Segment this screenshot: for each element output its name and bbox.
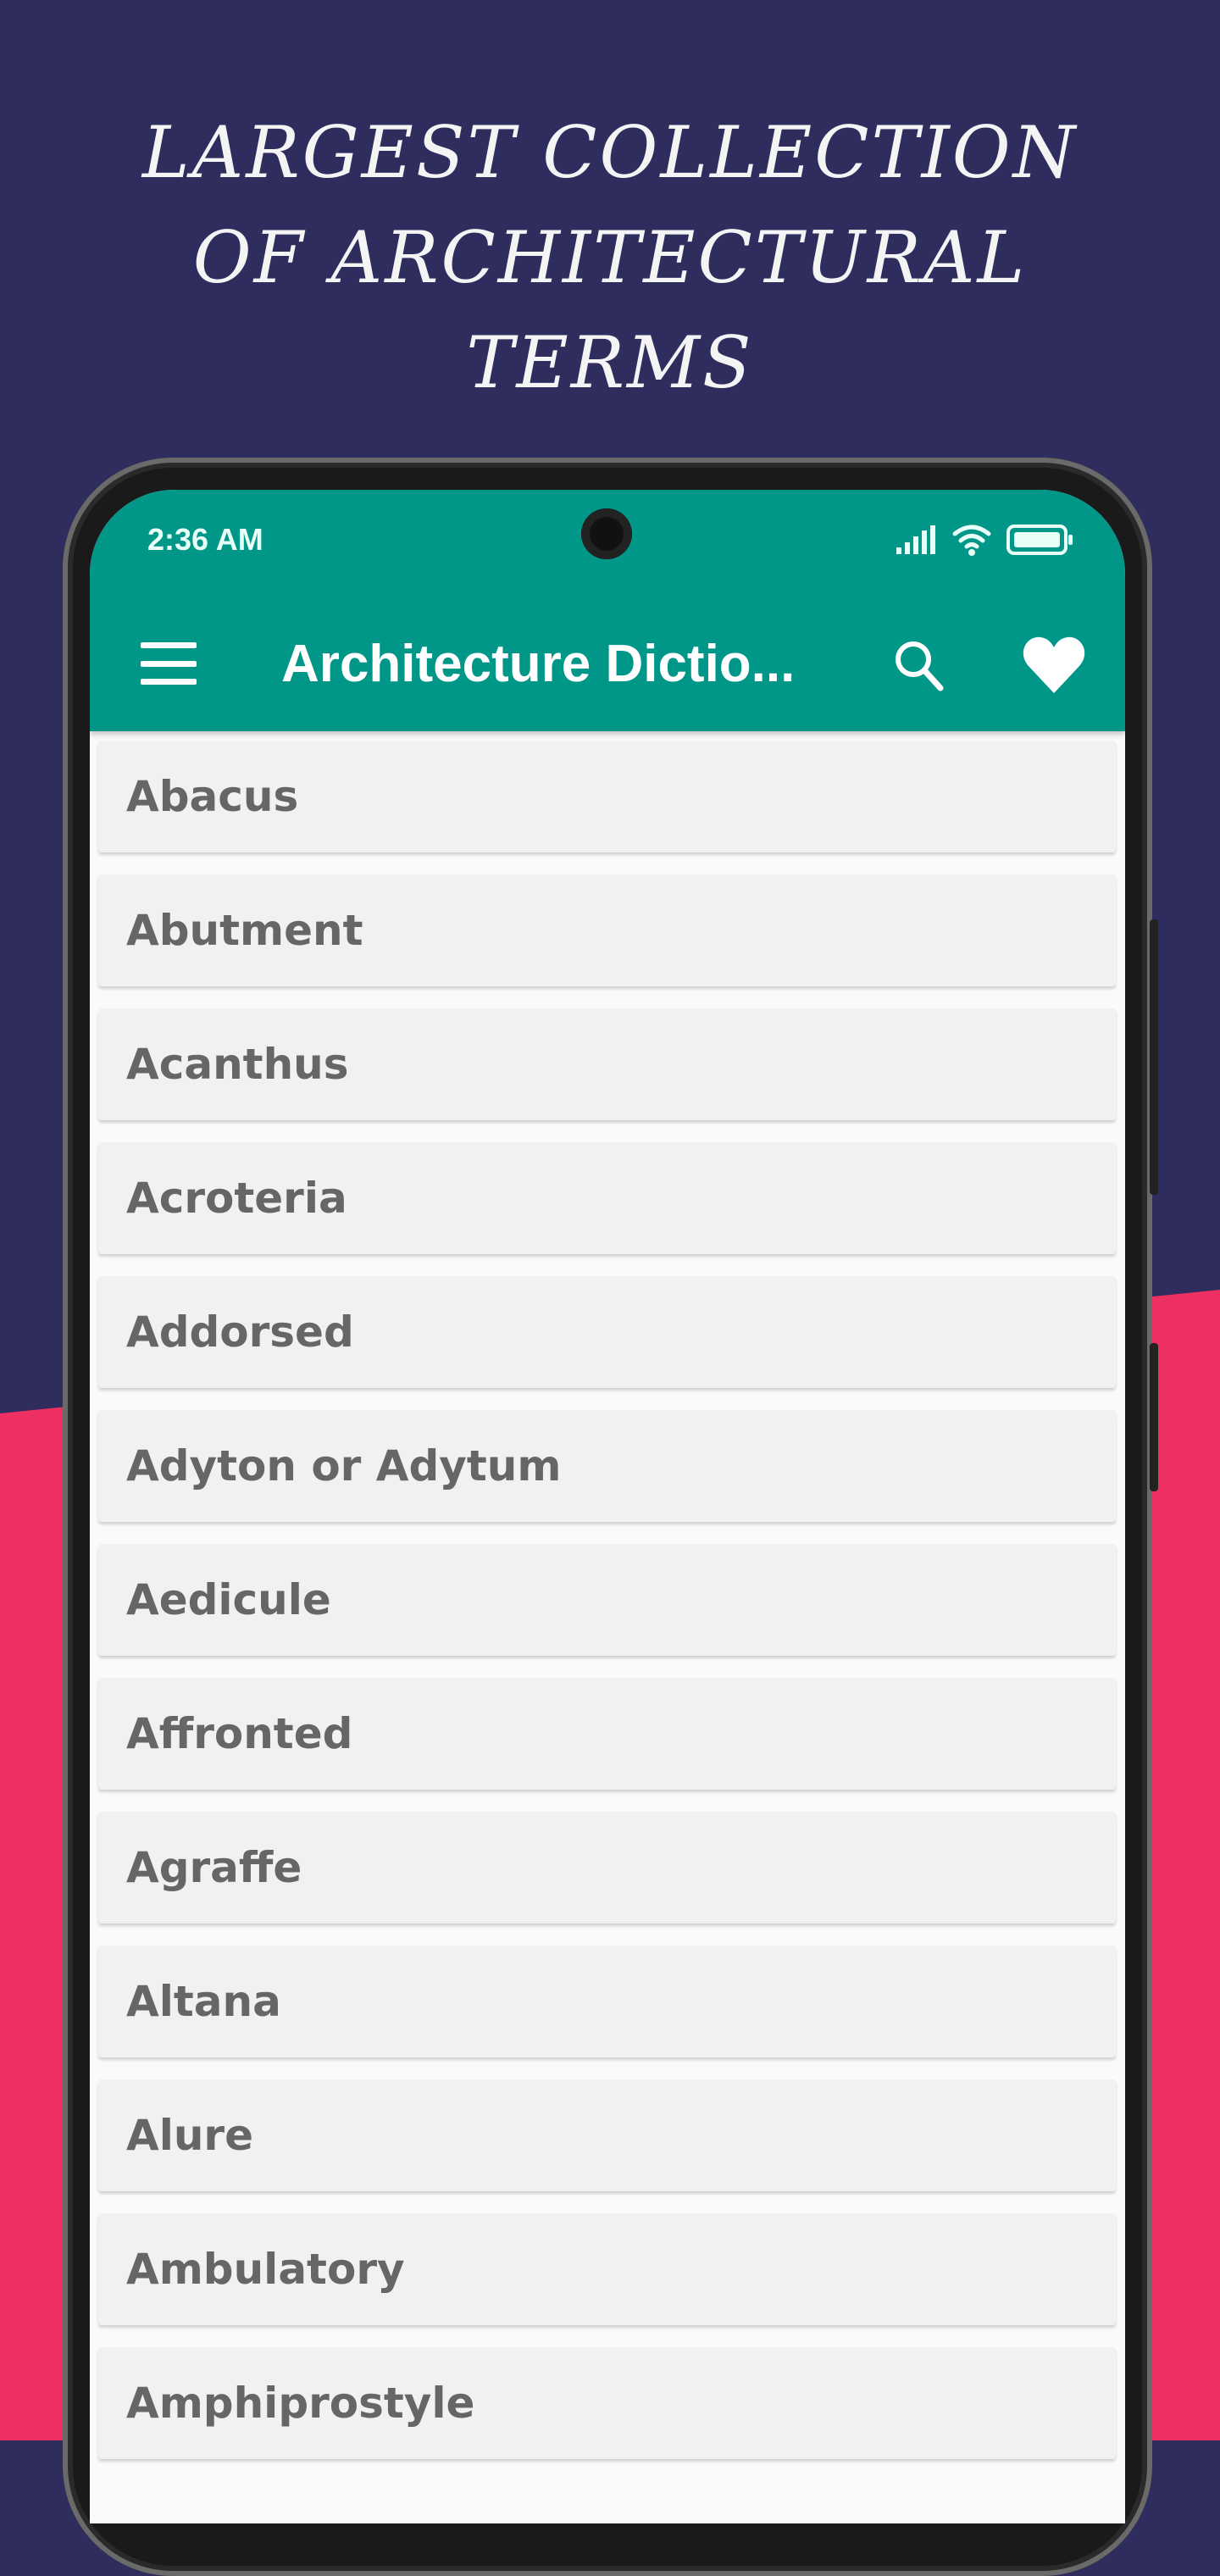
headline-line: OF ARCHITECTURAL: [192, 216, 1028, 299]
search-icon[interactable]: [890, 636, 949, 695]
list-item[interactable]: Amphiprostyle: [98, 2347, 1116, 2459]
menu-icon[interactable]: [141, 642, 197, 685]
term-label: Abutment: [126, 906, 363, 955]
list-item[interactable]: Affronted: [98, 1678, 1116, 1790]
list-item[interactable]: Agraffe: [98, 1812, 1116, 1924]
phone-side-button: [1150, 919, 1158, 1195]
term-label: Alure: [126, 2111, 253, 2160]
status-time: 2:36 AM: [147, 522, 263, 557]
status-icons: [896, 524, 1074, 556]
terms-list: Abacus Abutment Acanthus Acroteria Addor…: [98, 741, 1116, 2481]
term-label: Addorsed: [126, 1307, 354, 1357]
term-label: Acanthus: [126, 1040, 349, 1089]
term-label: Amphiprostyle: [126, 2379, 475, 2428]
term-label: Aedicule: [126, 1575, 331, 1624]
app-title: Architecture Dictio...: [281, 634, 796, 693]
battery-icon: [1006, 525, 1073, 555]
term-label: Affronted: [126, 1709, 353, 1758]
list-item[interactable]: Acanthus: [98, 1008, 1116, 1120]
phone-screen: 2:36 AM Architecture Dictio... Abacus Ab…: [90, 490, 1125, 2523]
list-item[interactable]: Adyton or Adytum: [98, 1410, 1116, 1522]
term-label: Acroteria: [126, 1174, 347, 1223]
toolbar: Architecture Dictio...: [90, 617, 1125, 710]
term-label: Ambulatory: [126, 2245, 405, 2294]
front-camera: [581, 508, 632, 559]
term-label: Altana: [126, 1977, 281, 2026]
headline-line: LARGEST COLLECTION: [141, 111, 1079, 194]
heart-icon[interactable]: [1022, 636, 1086, 695]
list-item[interactable]: Acroteria: [98, 1142, 1116, 1254]
term-label: Adyton or Adytum: [126, 1441, 562, 1491]
app-bar: 2:36 AM Architecture Dictio...: [90, 490, 1125, 731]
term-label: Agraffe: [126, 1843, 302, 1892]
list-item[interactable]: Addorsed: [98, 1276, 1116, 1388]
wifi-icon: [952, 525, 991, 556]
list-item[interactable]: Abacus: [98, 741, 1116, 852]
list-item[interactable]: Abutment: [98, 874, 1116, 986]
list-item[interactable]: Alure: [98, 2079, 1116, 2191]
list-item[interactable]: Ambulatory: [98, 2213, 1116, 2325]
promo-headline: LARGEST COLLECTION OF ARCHITECTURAL TERM…: [0, 100, 1220, 415]
phone-side-button: [1150, 1343, 1158, 1491]
term-label: Abacus: [126, 772, 299, 821]
list-item[interactable]: Aedicule: [98, 1544, 1116, 1656]
list-item[interactable]: Altana: [98, 1946, 1116, 2057]
signal-icon: [896, 525, 935, 554]
headline-line: TERMS: [466, 321, 754, 404]
